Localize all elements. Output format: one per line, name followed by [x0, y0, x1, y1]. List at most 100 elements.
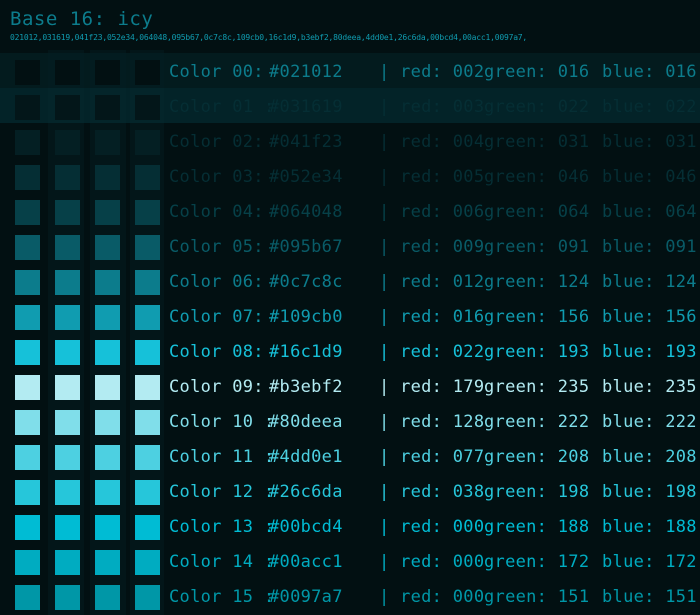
color-blue: blue: 235 — [602, 377, 697, 397]
color-swatch — [95, 515, 120, 540]
color-hex: #00bcd4 — [269, 517, 343, 537]
color-hex: #052e34 — [269, 167, 343, 187]
color-swatch — [55, 235, 80, 260]
color-blue: blue: 046 — [602, 167, 697, 187]
color-swatch — [135, 340, 160, 365]
color-hex: #16c1d9 — [269, 342, 343, 362]
color-hex: #4dd0e1 — [269, 447, 343, 467]
color-swatch — [95, 130, 120, 155]
color-hex: #095b67 — [269, 237, 343, 257]
color-green: green: 198 — [484, 482, 590, 502]
color-swatch — [135, 235, 160, 260]
color-swatch — [15, 550, 40, 575]
color-name: Color 06: — [169, 272, 264, 292]
color-swatch — [15, 165, 40, 190]
color-name: Color 14 : — [169, 552, 275, 572]
color-swatch — [55, 515, 80, 540]
color-blue: blue: 091 — [602, 237, 697, 257]
color-swatch — [55, 200, 80, 225]
color-swatch — [55, 445, 80, 470]
color-red: | red: 003 — [379, 97, 485, 117]
color-red: | red: 006 — [379, 202, 485, 222]
color-swatch — [95, 410, 120, 435]
color-name: Color 03: — [169, 167, 264, 187]
color-hex: #041f23 — [269, 132, 343, 152]
color-row-label: Color 00: #021012 | red: 002green: 016 blue… — [169, 62, 697, 82]
color-red: | red: 022 — [379, 342, 485, 362]
color-blue: blue: 198 — [602, 482, 697, 502]
color-swatch — [95, 305, 120, 330]
color-row-label: Color 04: #064048 | red: 006green: 064 blue… — [169, 202, 697, 222]
color-swatch — [15, 270, 40, 295]
color-blue: blue: 031 — [602, 132, 697, 152]
color-red: | red: 002 — [379, 62, 485, 82]
color-swatch — [95, 340, 120, 365]
color-hex: #00acc1 — [269, 552, 343, 572]
color-blue: blue: 208 — [602, 447, 697, 467]
color-hex: #26c6da — [269, 482, 343, 502]
color-swatch — [95, 550, 120, 575]
color-red: | red: 000 — [379, 587, 485, 607]
color-swatch — [135, 585, 160, 610]
color-swatch — [55, 585, 80, 610]
color-name: Color 12 : — [169, 482, 275, 502]
color-name: Color 09: — [169, 377, 264, 397]
color-red: | red: 004 — [379, 132, 485, 152]
color-green: green: 031 — [484, 132, 590, 152]
color-red: | red: 000 — [379, 517, 485, 537]
color-swatch — [15, 60, 40, 85]
color-green: green: 156 — [484, 307, 590, 327]
color-swatch — [95, 270, 120, 295]
page-title: Base 16: icy — [10, 8, 154, 30]
color-name: Color 15 : — [169, 587, 275, 607]
color-blue: blue: 156 — [602, 307, 697, 327]
color-blue: blue: 151 — [602, 587, 697, 607]
color-swatch — [15, 410, 40, 435]
color-swatch — [95, 585, 120, 610]
color-swatch — [15, 340, 40, 365]
color-swatch — [135, 515, 160, 540]
color-swatch — [135, 305, 160, 330]
color-blue: blue: 022 — [602, 97, 697, 117]
color-blue: blue: 172 — [602, 552, 697, 572]
color-blue: blue: 193 — [602, 342, 697, 362]
color-swatch — [55, 375, 80, 400]
color-swatch — [55, 60, 80, 85]
color-name: Color 08: — [169, 342, 264, 362]
color-green: green: 091 — [484, 237, 590, 257]
color-swatch — [135, 480, 160, 505]
color-row-label: Color 10 :#80deea | red: 128green: 222 blu… — [169, 412, 697, 432]
color-name: Color 04: — [169, 202, 264, 222]
color-swatch — [95, 200, 120, 225]
color-green: green: 208 — [484, 447, 590, 467]
color-swatch — [135, 375, 160, 400]
color-green: green: 222 — [484, 412, 590, 432]
color-swatch — [15, 200, 40, 225]
color-green: green: 172 — [484, 552, 590, 572]
color-row-label: Color 05: #095b67 | red: 009green: 091 blue… — [169, 237, 697, 257]
color-blue: blue: 016 — [602, 62, 697, 82]
color-row-label: Color 09: #b3ebf2 | red: 179green: 235 blue… — [169, 377, 697, 397]
color-red: | red: 009 — [379, 237, 485, 257]
color-name: Color 13 : — [169, 517, 275, 537]
color-red: | red: 012 — [379, 272, 485, 292]
color-blue: blue: 188 — [602, 517, 697, 537]
color-red: | red: 000 — [379, 552, 485, 572]
color-hex: #80deea — [269, 412, 343, 432]
color-swatch — [15, 305, 40, 330]
color-green: green: 188 — [484, 517, 590, 537]
color-blue: blue: 222 — [602, 412, 697, 432]
color-swatch — [15, 130, 40, 155]
color-row-label: Color 03: #052e34 | red: 005green: 046 blue… — [169, 167, 697, 187]
color-swatch — [95, 445, 120, 470]
color-name: Color 07: — [169, 307, 264, 327]
color-row-label: Color 07: #109cb0 | red: 016green: 156 blue… — [169, 307, 697, 327]
color-swatch — [55, 550, 80, 575]
color-name: Color 10 : — [169, 412, 275, 432]
color-name: Color 00: — [169, 62, 264, 82]
color-swatch — [95, 375, 120, 400]
color-row-label: Color 13 :#00bcd4 | red: 000green: 188 blu… — [169, 517, 697, 537]
color-hex: #0097a7 — [269, 587, 343, 607]
color-hex: #109cb0 — [269, 307, 343, 327]
color-swatch — [135, 410, 160, 435]
